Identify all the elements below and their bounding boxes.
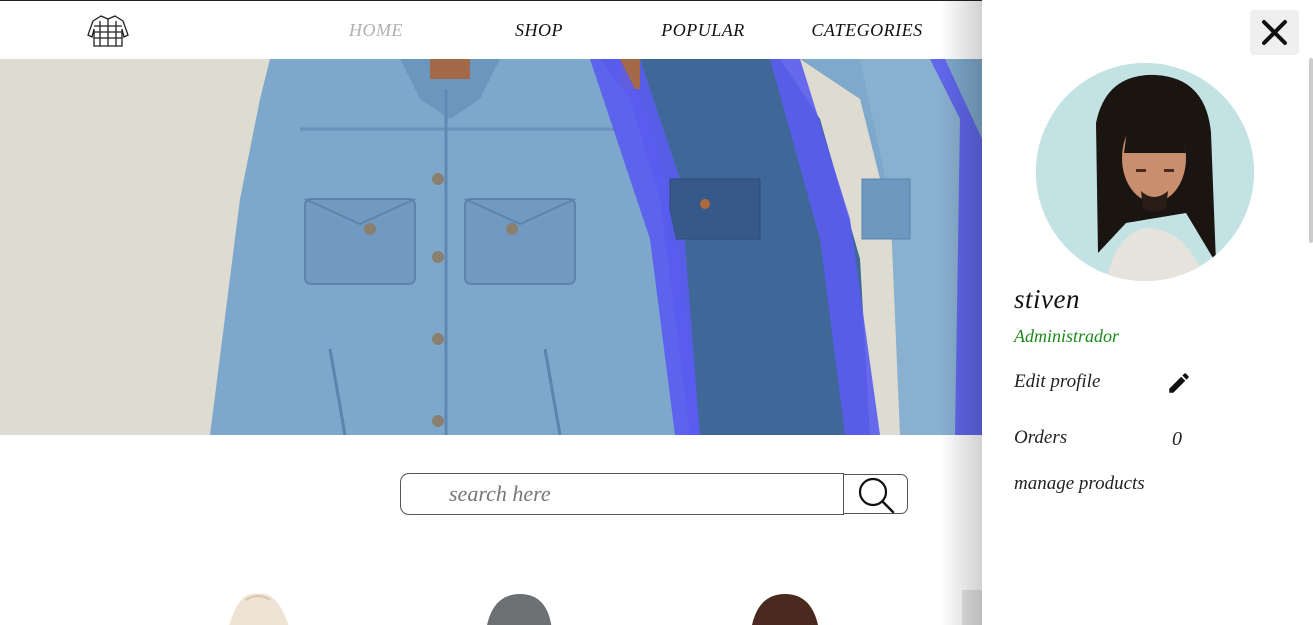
jacket-logo-icon[interactable] [86, 13, 130, 49]
denim-jackets-image [210, 59, 982, 435]
product-thumbnail[interactable] [480, 590, 560, 625]
nav-shop[interactable]: SHOP [464, 20, 614, 41]
panel-shadow [940, 0, 982, 625]
search-input[interactable] [400, 473, 844, 515]
user-role: Administrador [1014, 326, 1120, 346]
user-name: stiven [1014, 284, 1080, 314]
scrollbar-thumb[interactable] [1309, 58, 1313, 243]
search-button[interactable] [843, 474, 908, 514]
nav-popular[interactable]: POPULAR [628, 20, 778, 41]
profile-panel: stiven Administrador Edit profile Orders… [982, 0, 1313, 625]
hero-banner [0, 59, 982, 435]
avatar [1036, 63, 1254, 281]
top-navbar: HOME SHOP POPULAR CATEGORIES [0, 0, 982, 59]
close-button[interactable] [1250, 10, 1299, 55]
pencil-icon[interactable] [1166, 370, 1192, 396]
product-thumbnail[interactable] [745, 590, 825, 625]
search-bar [400, 473, 908, 515]
manage-products-link[interactable]: manage products [1014, 473, 1145, 495]
search-icon [858, 477, 895, 514]
nav-categories[interactable]: CATEGORIES [792, 20, 942, 41]
orders-link[interactable]: Orders [1014, 427, 1067, 449]
nav-home[interactable]: HOME [301, 20, 451, 41]
edit-profile-link[interactable]: Edit profile [1014, 371, 1100, 393]
orders-count: 0 [1172, 428, 1182, 450]
close-icon [1262, 20, 1287, 45]
product-thumbnail[interactable] [218, 590, 298, 625]
